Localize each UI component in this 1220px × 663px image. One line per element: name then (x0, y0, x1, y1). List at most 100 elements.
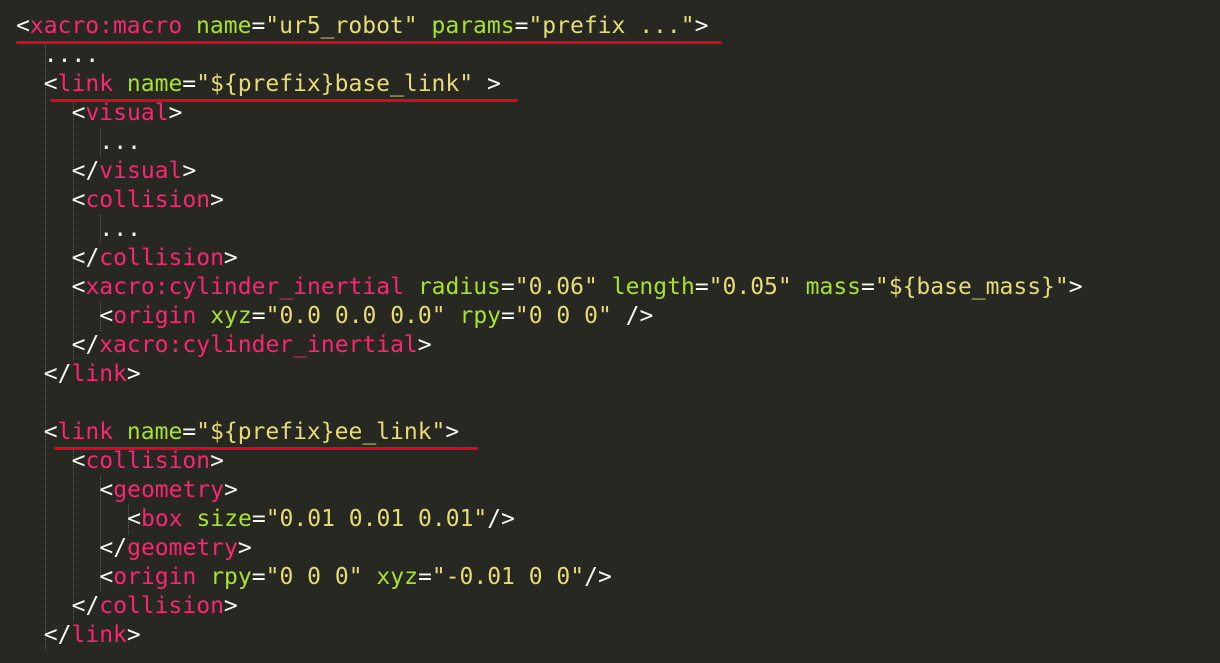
token-punct (113, 419, 127, 445)
token-punct: = (182, 419, 197, 445)
token-punct: ... (99, 129, 141, 155)
token-punct: = (514, 13, 529, 39)
token-punct: = (417, 564, 432, 590)
token-punct (404, 274, 418, 300)
token-tag: origin (113, 564, 197, 590)
code-line: .... (16, 41, 99, 70)
token-string: "${prefix}ee_link" (196, 419, 446, 445)
token-tag: collision (99, 245, 224, 271)
token-attr: mass (805, 274, 862, 300)
token-tag: geometry (127, 535, 238, 561)
token-string: "${base_mass}" (874, 274, 1069, 300)
code-line: <xacro:cylinder_inertial radius="0.06" l… (72, 273, 1083, 302)
code-line: </link> (44, 360, 141, 389)
token-punct: < (71, 274, 86, 300)
token-punct (418, 13, 432, 39)
annotation-underline (54, 447, 478, 450)
indent-guide (44, 41, 47, 650)
token-punct (113, 71, 127, 97)
token-tag: collision (85, 448, 211, 474)
token-attr: xyz (210, 303, 252, 329)
token-punct: = (182, 71, 197, 97)
token-attr: xyz (376, 564, 418, 590)
token-tag: geometry (113, 477, 225, 503)
token-punct: = (251, 506, 266, 532)
token-punct: < (71, 187, 86, 213)
token-tag: visual (99, 158, 183, 184)
token-punct: > (126, 361, 141, 387)
token-string: "prefix ..." (528, 13, 695, 39)
token-punct: < (43, 71, 58, 97)
token-punct (598, 274, 612, 300)
token-punct: > (1068, 274, 1083, 300)
code-line: </collision> (72, 592, 238, 621)
code-line: <link name="${prefix}base_link" > (44, 70, 501, 99)
token-punct: = (694, 274, 709, 300)
code-line: ... (99, 215, 141, 244)
code-line: </xacro:cylinder_inertial> (72, 331, 432, 360)
code-line: </link> (44, 621, 141, 650)
code-line: ... (99, 128, 141, 157)
token-punct: < (16, 13, 30, 39)
token-string: "0 0 0" (514, 303, 612, 329)
token-tag: visual (85, 100, 169, 126)
code-line: <origin xyz="0.0 0.0 0.0" rpy="0 0 0" /> (99, 302, 653, 331)
token-punct (446, 303, 460, 329)
token-punct (196, 303, 210, 329)
token-punct: > (237, 535, 252, 561)
token-attr: name (126, 71, 183, 97)
code-line: <origin rpy="0 0 0" xyz="-0.01 0 0"/> (99, 563, 611, 592)
token-punct: > (210, 448, 224, 474)
token-string: "0 0 0" (265, 564, 363, 590)
token-punct: < (43, 419, 58, 445)
token-punct: = (501, 303, 515, 329)
token-punct: /> (487, 506, 515, 532)
token-punct (183, 506, 197, 532)
token-tag: box (141, 506, 183, 532)
token-punct: </ (43, 622, 72, 648)
token-punct: < (71, 100, 86, 126)
token-punct: > (694, 13, 709, 39)
code-editor[interactable]: <xacro:macro name="ur5_robot" params="pr… (0, 0, 1220, 663)
token-punct: > (182, 158, 197, 184)
annotation-underline (50, 99, 518, 102)
token-attr: params (431, 13, 515, 39)
token-punct: /> (584, 564, 612, 590)
token-punct (792, 274, 806, 300)
token-punct: > (224, 477, 238, 503)
token-punct: > (473, 71, 501, 97)
token-tag: xacro:cylinder_inertial (99, 332, 418, 358)
token-string: "0.05" (708, 274, 792, 300)
token-attr: name (126, 419, 183, 445)
token-punct: .... (16, 42, 100, 68)
token-punct: > (417, 332, 432, 358)
code-line: <geometry> (99, 476, 238, 505)
token-punct: < (99, 477, 114, 503)
token-tag: link (71, 361, 127, 387)
token-punct: > (210, 187, 224, 213)
token-string: "0.01 0.01 0.01" (265, 506, 488, 532)
code-line: <box size="0.01 0.01 0.01"/> (127, 505, 515, 534)
token-punct: </ (99, 535, 128, 561)
token-punct: ... (99, 216, 141, 242)
token-punct: < (99, 303, 114, 329)
token-punct: </ (71, 158, 100, 184)
token-punct: /> (611, 303, 654, 329)
indent-guide (72, 99, 75, 360)
token-tag: link (57, 419, 114, 445)
code-line: </visual> (72, 157, 197, 186)
token-punct: > (126, 622, 141, 648)
token-punct: </ (43, 361, 72, 387)
token-string: "0.06" (514, 274, 598, 300)
token-punct: > (223, 245, 238, 271)
token-punct: = (251, 13, 266, 39)
token-tag: collision (99, 593, 224, 619)
token-punct: > (223, 593, 238, 619)
code-line: <visual> (72, 99, 183, 128)
code-line: </geometry> (99, 534, 251, 563)
token-punct (182, 13, 196, 39)
token-tag: xacro:cylinder_inertial (85, 274, 404, 300)
code-line: <xacro:macro name="ur5_robot" params="pr… (16, 12, 708, 41)
token-punct: </ (71, 332, 100, 358)
code-line: <collision> (72, 186, 224, 215)
